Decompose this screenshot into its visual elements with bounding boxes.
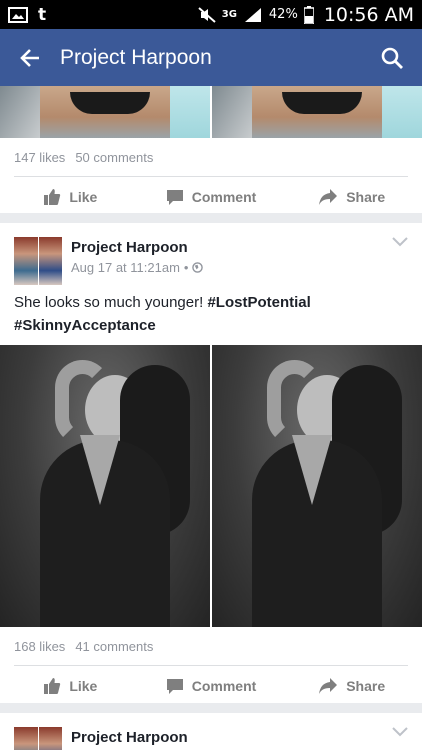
mute-icon <box>198 6 216 23</box>
share-button[interactable]: Share <box>281 677 422 695</box>
tumblr-icon: t <box>38 4 47 25</box>
back-arrow-icon <box>20 48 39 67</box>
page-name-link[interactable]: Project Harpoon <box>71 239 203 256</box>
app-bar: Project Harpoon <box>0 29 422 86</box>
post-card: 147 likes 50 comments Like Comment Share <box>0 86 422 213</box>
comment-icon <box>166 679 183 694</box>
post-stats: 147 likes 50 comments <box>0 138 422 176</box>
post-header: Project Harpoon <box>0 713 422 750</box>
share-icon <box>319 189 338 205</box>
avatar[interactable] <box>14 727 62 750</box>
likes-count[interactable]: 147 likes <box>14 150 65 165</box>
like-button[interactable]: Like <box>0 188 141 206</box>
gallery-icon <box>8 6 28 23</box>
comment-button[interactable]: Comment <box>141 188 282 206</box>
post-card: Project Harpoon Aug 17 at 11:21am • She … <box>0 223 422 703</box>
action-bar: Like Comment Share <box>0 177 422 217</box>
comments-count[interactable]: 41 comments <box>75 639 153 654</box>
chevron-down-icon[interactable] <box>392 727 408 737</box>
news-feed[interactable]: 147 likes 50 comments Like Comment Share <box>0 86 422 750</box>
comments-count[interactable]: 50 comments <box>75 150 153 165</box>
comment-icon <box>166 190 183 205</box>
avatar[interactable] <box>14 237 62 285</box>
post-photo[interactable] <box>0 345 422 627</box>
action-bar: Like Comment Share <box>0 666 422 706</box>
status-bar: t 3G 42% 10:56 AM <box>0 0 422 29</box>
share-icon <box>319 678 338 694</box>
hashtag-link[interactable]: #LostPotential <box>207 294 310 311</box>
search-icon <box>381 47 403 69</box>
signal-icon <box>244 7 261 22</box>
hashtag-link[interactable]: #SkinnyAcceptance <box>14 317 156 334</box>
post-text: She looks so much younger! #LostPotentia… <box>14 294 311 334</box>
photo-left <box>0 345 210 627</box>
likes-count[interactable]: 168 likes <box>14 639 65 654</box>
post-stats: 168 likes 41 comments <box>0 627 422 665</box>
post-photo[interactable] <box>0 86 422 138</box>
clock: 10:56 AM <box>323 3 414 26</box>
globe-icon <box>192 262 204 273</box>
share-button[interactable]: Share <box>281 188 422 206</box>
post-timestamp[interactable]: Aug 17 at 11:21am • <box>71 260 204 275</box>
photo-right <box>210 345 422 627</box>
post-header: Project Harpoon Aug 17 at 11:21am • <box>0 223 422 285</box>
page-name-link[interactable]: Project Harpoon <box>71 729 188 746</box>
search-button[interactable] <box>362 29 422 86</box>
photo-right <box>210 86 422 138</box>
back-button[interactable] <box>0 29 60 86</box>
thumbs-up-icon <box>44 189 61 205</box>
page-title: Project Harpoon <box>60 45 212 69</box>
battery-icon <box>303 5 314 24</box>
battery-percent: 42% <box>268 7 298 22</box>
like-button[interactable]: Like <box>0 677 141 695</box>
thumbs-up-icon <box>44 678 61 694</box>
network-label: 3G <box>221 9 237 20</box>
comment-button[interactable]: Comment <box>141 677 282 695</box>
chevron-down-icon[interactable] <box>392 237 408 247</box>
photo-left <box>0 86 210 138</box>
post-card: Project Harpoon <box>0 713 422 750</box>
